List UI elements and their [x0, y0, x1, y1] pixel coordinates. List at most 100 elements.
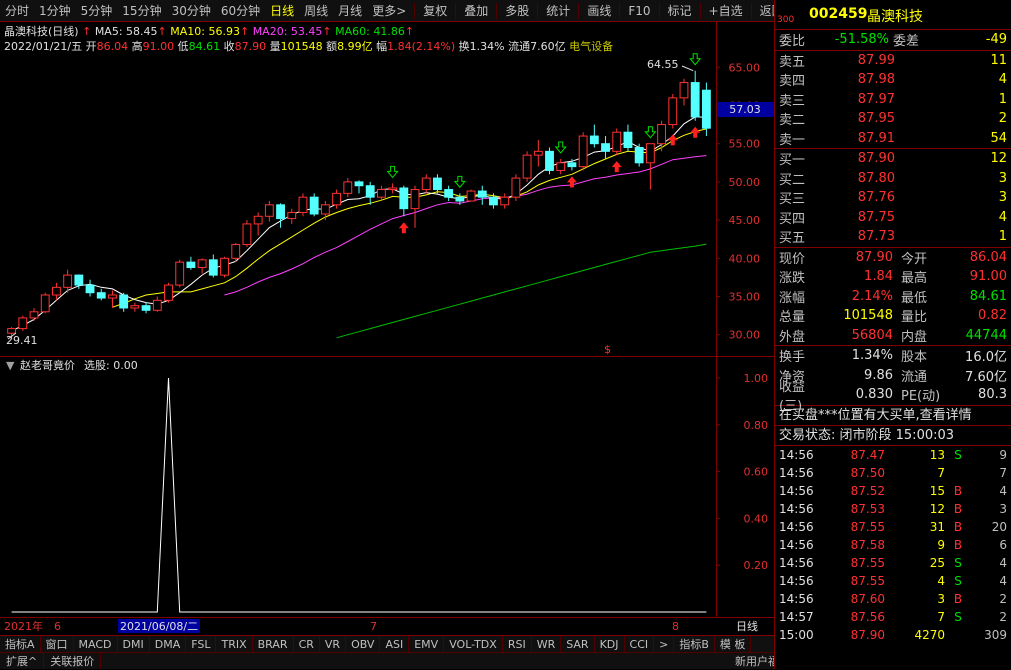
stat-value: 80.3 [978, 387, 1007, 403]
indicator-tab[interactable]: MACD [74, 636, 118, 652]
indicator-tab[interactable]: BRAR [253, 636, 294, 652]
book-row[interactable]: 卖五 87.99 11 [775, 51, 1011, 71]
candle [466, 189, 476, 202]
book-row[interactable]: 买二 87.80 3 [775, 169, 1011, 189]
book-row[interactable]: 买五 87.73 1 [775, 227, 1011, 247]
tick-row: 15:00 87.90 4270 309 [775, 626, 1011, 644]
indicator-tick-label: 0.60 [744, 466, 769, 479]
candle-body [253, 215, 263, 225]
ask-book: 卖五 87.99 11 卖四 87.98 4 卖三 87.97 1 卖二 87.95 2 卖一 87.91… [775, 51, 1011, 149]
tick-row: 14:57 87.56 7 S 2 [775, 608, 1011, 626]
indicator-tab[interactable]: ASI [380, 636, 410, 652]
candle-body [365, 185, 375, 198]
tick-count: 20 [991, 519, 1007, 534]
candle-body [589, 135, 599, 145]
candle [634, 143, 644, 167]
tick-side: B [953, 519, 963, 534]
weicha-label: 委差 [893, 34, 920, 50]
price-tick-label: 45.00 [729, 214, 761, 227]
book-price: 87.80 [857, 170, 895, 186]
tick-list[interactable]: 14:56 87.47 13 S 9 14:56 87.50 7 7 14:56 87.52 15 B 4… [775, 446, 1011, 644]
indicator-tab[interactable]: 模 板 [715, 636, 752, 652]
book-volume: 11 [990, 52, 1007, 68]
indicator-tab[interactable]: VOL-TDX [444, 636, 503, 652]
book-row[interactable]: 买一 87.90 12 [775, 149, 1011, 169]
candle-body [701, 89, 711, 129]
big-order-notice[interactable]: 在买盘***位置有大买单,查看详情 [775, 406, 1011, 426]
tick-time: 14:56 [779, 447, 814, 462]
candle [623, 124, 633, 152]
book-row[interactable]: 买三 87.76 3 [775, 188, 1011, 208]
candle-body [511, 177, 521, 198]
indicator-tab[interactable]: SAR [561, 636, 595, 652]
candle [130, 302, 140, 312]
candle [96, 288, 106, 301]
candle-body [164, 284, 173, 301]
book-row[interactable]: 卖三 87.97 1 [775, 90, 1011, 110]
book-price: 87.91 [857, 130, 895, 146]
candle-body [298, 196, 308, 213]
stat-value: 9.86 [864, 367, 893, 383]
book-level-label: 卖四 [779, 74, 806, 90]
indicator-tab[interactable]: VR [320, 636, 347, 652]
candle [668, 94, 678, 129]
candle-body [52, 286, 61, 296]
indicator-tab[interactable]: RSI [503, 636, 532, 652]
indicator-tab[interactable]: KDJ [595, 636, 625, 652]
indicator-tab[interactable]: TRIX [216, 636, 253, 652]
date-tick-label: 6 [54, 620, 61, 633]
kline-chart[interactable]: 65.0060.0055.0050.0045.0040.0035.0030.00… [0, 0, 774, 635]
indicator-title[interactable]: 赵老哥竟价 [20, 358, 75, 372]
stat-value: 16.0亿 [965, 350, 1007, 366]
book-price: 87.97 [857, 91, 895, 107]
stat-value: 1.34% [851, 348, 893, 364]
candle [444, 185, 454, 201]
tick-count: 9 [999, 447, 1007, 462]
status-tab[interactable]: 扩展^ [0, 653, 45, 669]
candle-body [556, 162, 566, 171]
candle-body [63, 274, 73, 288]
tick-time: 14:56 [779, 501, 814, 516]
tick-count: 3 [999, 501, 1007, 516]
indicator-tab[interactable]: > [654, 636, 675, 652]
tick-side: B [953, 483, 963, 498]
candle [545, 147, 554, 175]
book-row[interactable]: 卖一 87.91 54 [775, 129, 1011, 149]
candle-body [533, 150, 543, 156]
indicator-tab[interactable]: EMV [409, 636, 445, 652]
indicator-tab[interactable]: OBV [346, 636, 381, 652]
indicator-tab[interactable]: 指标A [0, 636, 41, 652]
indicator-value: 选股: 0.00 [84, 359, 138, 372]
candle [141, 302, 151, 314]
tick-price: 87.55 [850, 573, 885, 588]
candle [388, 183, 398, 194]
stat-value: 84.61 [969, 288, 1007, 304]
indicator-tab[interactable]: WR [532, 636, 562, 652]
candle-body [410, 189, 420, 210]
candle [242, 220, 252, 247]
status-tab[interactable]: 关联报价 [44, 653, 102, 669]
book-row[interactable]: 卖二 87.95 2 [775, 109, 1011, 129]
book-row[interactable]: 买四 87.75 4 [775, 208, 1011, 228]
candle [645, 143, 655, 190]
stat-row: 换手 1.34% 股本 16.0亿 [775, 346, 1011, 366]
candle-body [657, 124, 666, 145]
status-spacer [101, 653, 729, 669]
indicator-tab[interactable]: CR [294, 636, 320, 652]
candle [29, 307, 39, 321]
indicator-tab[interactable]: FSL [186, 636, 217, 652]
chevron-down-icon[interactable]: ▼ [6, 359, 15, 372]
date-axis: 2021年 6 2021/06/08/二 7 8 日线 [4, 619, 758, 633]
book-level-label: 卖二 [779, 113, 806, 129]
book-row[interactable]: 卖四 87.98 4 [775, 70, 1011, 90]
weibi-value: -51.58% [834, 32, 889, 48]
indicator-tab[interactable]: DMA [150, 636, 187, 652]
stat-value: 91.00 [969, 269, 1007, 285]
current-price-tag: 57.03 [729, 103, 761, 116]
indicator-tab[interactable]: DMI [118, 636, 150, 652]
candle [601, 136, 610, 159]
tick-count: 2 [999, 591, 1007, 606]
indicator-tab[interactable]: 指标B [674, 636, 715, 652]
indicator-tab[interactable]: CCI [625, 636, 655, 652]
indicator-tab[interactable]: 窗口 [41, 636, 74, 652]
